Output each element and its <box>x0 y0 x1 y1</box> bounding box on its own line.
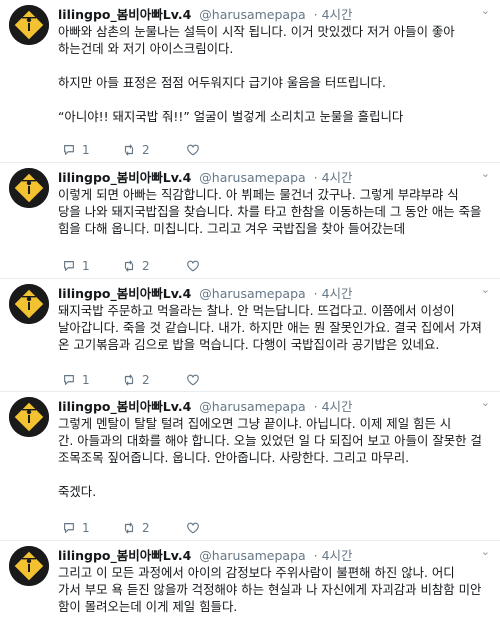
retweet-icon <box>124 374 134 386</box>
caution-sign-icon <box>9 5 49 45</box>
tweet-text: 돼지국밥 주문하고 먹을라는 찰나. 안 먹는답니다. 뜨겁다고. 이쯤에서 이… <box>58 303 482 352</box>
display-name[interactable]: lilingpo_봄비아빠Lv.4 <box>58 548 191 563</box>
tweet-header: lilingpo_봄비아빠Lv.4 @harusamepapa · 4시간 ⌄ <box>58 545 492 563</box>
like-icon <box>187 374 199 386</box>
caution-sign-icon <box>9 168 49 208</box>
tweet-text: 그렇게 멘탈이 탈탈 털려 집에오면 그냥 끝이냐. 아닙니다. 이제 제일 힘… <box>58 416 482 499</box>
tweet[interactable]: lilingpo_봄비아빠Lv.4 @harusamepapa · 4시간 ⌄ … <box>0 392 500 541</box>
tweet-header: lilingpo_봄비아빠Lv.4 @harusamepapa · 4시간 ⌄ <box>58 283 492 301</box>
user-handle[interactable]: @harusamepapa <box>199 170 305 185</box>
tweet[interactable]: lilingpo_봄비아빠Lv.4 @harusamepapa · 4시간 ⌄ … <box>0 541 500 644</box>
user-handle[interactable]: @harusamepapa <box>199 7 305 22</box>
display-name[interactable]: lilingpo_봄비아빠Lv.4 <box>58 286 191 301</box>
timestamp[interactable]: · 4시간 <box>314 399 353 414</box>
tweet-thread: lilingpo_봄비아빠Lv.4 @harusamepapa · 4시간 ⌄ … <box>0 0 500 644</box>
reply-count: 1 <box>82 259 90 273</box>
user-handle[interactable]: @harusamepapa <box>199 399 305 414</box>
tweet-text: 이렇게 되면 아빠는 직감합니다. 아 뷔페는 물건너 갔구나. 그렇게 부랴부… <box>58 187 482 236</box>
reply-button[interactable]: 1 <box>62 259 90 273</box>
caution-sign-icon <box>9 284 49 324</box>
like-button[interactable] <box>186 373 206 387</box>
retweet-count: 2 <box>142 373 150 387</box>
retweet-button[interactable]: 2 <box>122 373 150 387</box>
chevron-down-icon[interactable]: ⌄ <box>481 167 490 180</box>
tweet-header: lilingpo_봄비아빠Lv.4 @harusamepapa · 4시간 ⌄ <box>58 4 492 22</box>
user-handle[interactable]: @harusamepapa <box>199 286 305 301</box>
reply-count: 1 <box>82 373 90 387</box>
tweet[interactable]: lilingpo_봄비아빠Lv.4 @harusamepapa · 4시간 ⌄ … <box>0 279 500 392</box>
timestamp[interactable]: · 4시간 <box>314 7 353 22</box>
caution-sign-icon <box>9 546 49 586</box>
avatar[interactable] <box>9 284 49 324</box>
retweet-button[interactable]: 2 <box>122 143 150 157</box>
avatar[interactable] <box>9 397 49 437</box>
retweet-icon <box>124 260 134 272</box>
like-icon <box>187 260 199 272</box>
display-name[interactable]: lilingpo_봄비아빠Lv.4 <box>58 7 191 22</box>
avatar[interactable] <box>9 168 49 208</box>
reply-icon <box>64 261 74 271</box>
like-icon <box>187 144 199 156</box>
timestamp[interactable]: · 4시간 <box>314 286 353 301</box>
avatar[interactable] <box>9 5 49 45</box>
chevron-down-icon[interactable]: ⌄ <box>481 4 490 17</box>
retweet-icon <box>124 522 134 534</box>
timestamp[interactable]: · 4시간 <box>314 548 353 563</box>
chevron-down-icon[interactable]: ⌄ <box>481 283 490 296</box>
like-button[interactable] <box>186 259 206 273</box>
chevron-down-icon[interactable]: ⌄ <box>481 545 490 558</box>
retweet-icon <box>124 144 134 156</box>
reply-count: 1 <box>82 143 90 157</box>
reply-button[interactable]: 1 <box>62 521 90 535</box>
tweet[interactable]: lilingpo_봄비아빠Lv.4 @harusamepapa · 4시간 ⌄ … <box>0 0 500 163</box>
like-button[interactable] <box>186 521 206 535</box>
tweet-text: 아빠와 삼촌의 눈물나는 설득이 시작 됩니다. 이거 맛있겠다 저거 아들이 … <box>58 24 455 124</box>
retweet-count: 2 <box>142 143 150 157</box>
retweet-button[interactable]: 2 <box>122 259 150 273</box>
display-name[interactable]: lilingpo_봄비아빠Lv.4 <box>58 170 191 185</box>
reply-icon <box>64 375 74 385</box>
reply-icon <box>64 523 74 533</box>
tweet[interactable]: lilingpo_봄비아빠Lv.4 @harusamepapa · 4시간 ⌄ … <box>0 163 500 279</box>
display-name[interactable]: lilingpo_봄비아빠Lv.4 <box>58 399 191 414</box>
tweet-header: lilingpo_봄비아빠Lv.4 @harusamepapa · 4시간 ⌄ <box>58 396 492 414</box>
user-handle[interactable]: @harusamepapa <box>199 548 305 563</box>
tweet-header: lilingpo_봄비아빠Lv.4 @harusamepapa · 4시간 ⌄ <box>58 167 492 185</box>
retweet-count: 2 <box>142 259 150 273</box>
reply-count: 1 <box>82 521 90 535</box>
reply-icon <box>64 145 74 155</box>
tweet-text: 그리고 이 모든 과정에서 아이의 감정보다 주위사람이 불편해 하진 않나. … <box>58 565 482 614</box>
like-button[interactable] <box>186 143 206 157</box>
timestamp[interactable]: · 4시간 <box>314 170 353 185</box>
reply-button[interactable]: 1 <box>62 143 90 157</box>
retweet-count: 2 <box>142 521 150 535</box>
chevron-down-icon[interactable]: ⌄ <box>481 396 490 409</box>
like-icon <box>187 522 199 534</box>
reply-button[interactable]: 1 <box>62 373 90 387</box>
caution-sign-icon <box>9 397 49 437</box>
retweet-button[interactable]: 2 <box>122 521 150 535</box>
avatar[interactable] <box>9 546 49 586</box>
